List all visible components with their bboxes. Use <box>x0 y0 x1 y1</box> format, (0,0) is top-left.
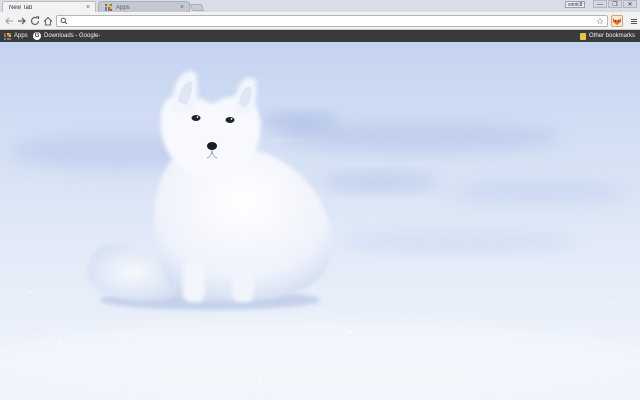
bookmarks-bar: Apps G Downloads - Google- Other bookmar… <box>0 30 640 42</box>
reload-button[interactable] <box>29 15 41 27</box>
bookmark-apps[interactable]: Apps <box>4 30 28 42</box>
omnibox[interactable]: ☆ <box>56 15 608 27</box>
close-icon[interactable]: × <box>178 4 186 11</box>
star-icon[interactable]: ☆ <box>596 16 604 27</box>
fox-eye <box>191 115 201 121</box>
fox-eye <box>225 117 235 123</box>
bookmark-label: Other bookmarks <box>589 33 636 39</box>
folder-icon <box>580 32 586 40</box>
new-tab-button[interactable] <box>189 4 205 11</box>
fox-nose <box>207 142 217 150</box>
bookmark-label: Apps <box>14 33 28 39</box>
close-icon[interactable]: × <box>84 4 92 11</box>
home-icon <box>43 16 53 26</box>
maximize-button[interactable]: ❐ <box>608 0 622 8</box>
tab-strip: New Tab × Apps × sonic8 — ❐ ✕ <box>0 0 640 13</box>
apps-grid-icon <box>105 4 112 11</box>
close-window-button[interactable]: ✕ <box>623 0 637 8</box>
search-icon <box>60 16 68 30</box>
home-button[interactable] <box>42 15 54 27</box>
address-input[interactable] <box>71 16 591 26</box>
minimize-button[interactable]: — <box>593 0 607 8</box>
google-icon: G <box>33 32 41 40</box>
other-bookmarks-folder[interactable]: Other bookmarks <box>580 30 635 42</box>
window-controls: — ❐ ✕ <box>592 0 637 8</box>
arrow-left-icon <box>5 17 13 25</box>
toolbar: ☆ <box>0 12 640 30</box>
arrow-right-icon <box>18 17 26 25</box>
apps-grid-icon <box>4 32 11 40</box>
arctic-fox-image <box>0 71 640 400</box>
tab-title: Apps <box>116 4 130 11</box>
bookmark-label: Downloads - Google- <box>44 33 101 39</box>
background-photo <box>0 42 640 400</box>
reload-icon <box>30 16 40 26</box>
profile-button[interactable]: sonic8 <box>565 1 586 8</box>
fox-extension-icon[interactable] <box>611 15 623 27</box>
menu-icon[interactable] <box>628 15 638 27</box>
forward-button[interactable] <box>16 15 28 27</box>
bookmark-downloads-google[interactable]: G Downloads - Google- <box>33 30 100 42</box>
tab-title: New Tab <box>9 4 33 11</box>
back-button[interactable] <box>3 15 15 27</box>
